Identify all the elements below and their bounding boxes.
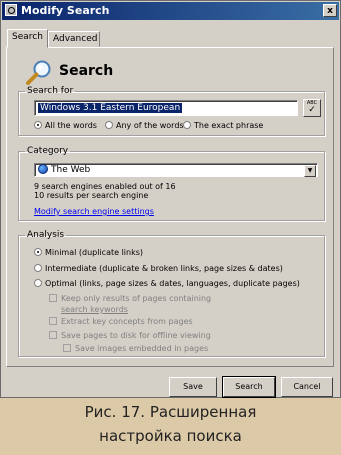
radio-dot bbox=[34, 121, 42, 129]
window-title: Modify Search bbox=[21, 4, 110, 17]
radio-intermediate[interactable]: Intermediate (duplicate & broken links, … bbox=[34, 263, 283, 274]
radio-all-words[interactable]: All the words bbox=[34, 120, 97, 131]
app-icon bbox=[5, 4, 17, 16]
search-input[interactable]: Windows 3.1 Eastern European bbox=[34, 100, 298, 116]
category-legend: Category bbox=[27, 146, 69, 156]
radio-any-words[interactable]: Any of the words bbox=[105, 120, 184, 131]
radio-exact-phrase[interactable]: The exact phrase bbox=[183, 120, 263, 131]
globe-icon bbox=[38, 164, 48, 174]
modify-search-dialog: Modify Search x Search Advanced Search S… bbox=[0, 0, 341, 398]
analysis-legend: Analysis bbox=[27, 230, 65, 240]
radio-optimal[interactable]: Optimal (links, page sizes & dates, lang… bbox=[34, 278, 300, 289]
search-for-legend: Search for bbox=[27, 86, 74, 96]
caption-line-2: настройка поиска bbox=[99, 427, 242, 445]
radio-minimal[interactable]: Minimal (duplicate links) bbox=[34, 247, 143, 258]
page-title: Search bbox=[59, 63, 114, 79]
save-button[interactable]: Save bbox=[169, 377, 217, 397]
title-bar[interactable]: Modify Search x bbox=[2, 2, 339, 20]
search-button[interactable]: Search bbox=[222, 376, 276, 398]
tab-search[interactable]: Search bbox=[7, 29, 48, 48]
radio-dot bbox=[105, 121, 113, 129]
checkbox-save-images[interactable]: Save images embedded in pages bbox=[63, 344, 208, 354]
radio-dot bbox=[183, 121, 191, 129]
checkbox-keep-only-results[interactable]: Keep only results of pages containing bbox=[49, 294, 211, 304]
search-keywords-link[interactable]: search keywords bbox=[61, 305, 128, 315]
caption-line-1: Рис. 17. Расширенная bbox=[84, 403, 257, 421]
magnifier-icon bbox=[26, 60, 51, 85]
category-select[interactable]: The Web ▼ bbox=[34, 163, 318, 177]
radio-dot bbox=[34, 264, 42, 272]
checkbox-box bbox=[49, 317, 57, 325]
radio-dot bbox=[34, 279, 42, 287]
checkbox-save-pages[interactable]: Save pages to disk for offline viewing bbox=[49, 331, 211, 341]
checkbox-box bbox=[49, 331, 57, 339]
radio-dot bbox=[34, 248, 42, 256]
checkbox-box bbox=[49, 294, 57, 302]
spell-check-button[interactable]: ABC ✓ bbox=[303, 99, 321, 117]
search-input-value: Windows 3.1 Eastern European bbox=[38, 103, 183, 113]
cancel-button[interactable]: Cancel bbox=[281, 377, 333, 397]
chevron-down-icon[interactable]: ▼ bbox=[304, 165, 316, 177]
tab-advanced[interactable]: Advanced bbox=[48, 31, 100, 47]
results-per-engine-text: 10 results per search engine bbox=[34, 191, 149, 200]
checkbox-extract-key-concepts[interactable]: Extract key concepts from pages bbox=[49, 317, 193, 327]
modify-engine-settings-link[interactable]: Modify search engine settings bbox=[34, 207, 154, 217]
figure-caption: Рис. 17. Расширенная настройка поиска bbox=[0, 400, 341, 448]
close-button[interactable]: x bbox=[323, 4, 337, 17]
checkbox-box bbox=[63, 344, 71, 352]
